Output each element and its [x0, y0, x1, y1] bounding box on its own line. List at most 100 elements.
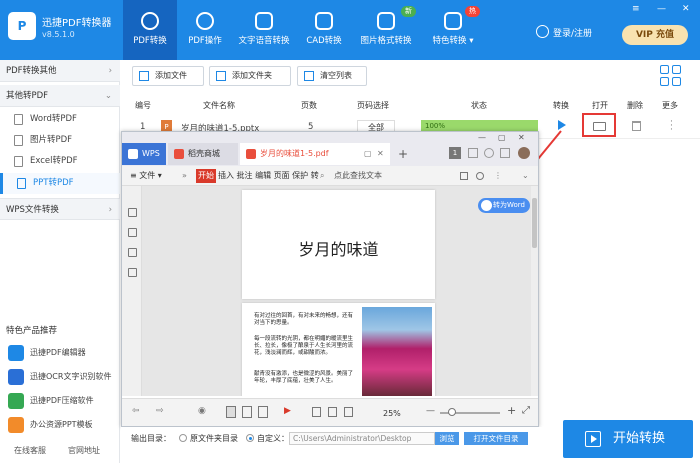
new-tab-button[interactable]: + [398, 143, 408, 165]
tab-close-icon[interactable]: ✕ [377, 143, 384, 165]
button-label: 添加文件夹 [232, 71, 272, 80]
sidebar-category-pdf-other[interactable]: PDF转换其他 › [0, 60, 120, 82]
tab-docer-mall[interactable]: 稻壳商城 [168, 143, 238, 165]
browse-button[interactable]: 浏览 [435, 432, 459, 445]
close-icon[interactable]: ✕ [682, 4, 690, 14]
export-icon[interactable] [128, 268, 137, 277]
official-site-link[interactable]: 官网地址 [68, 445, 100, 456]
source-folder-label[interactable]: 原文件夹目录 [190, 433, 238, 444]
sidebar-item-ppt-to-pdf[interactable]: PPT转PDF [0, 173, 120, 194]
nav-pdf-convert[interactable]: PDF转换 [123, 0, 177, 60]
compress-icon [8, 393, 24, 409]
pen-icon[interactable] [128, 248, 137, 257]
share-icon[interactable] [460, 172, 468, 180]
sidebar-category-other-to-pdf[interactable]: 其他转PDF ⌄ [0, 85, 120, 107]
online-service-link[interactable]: 在线客服 [14, 445, 46, 456]
feature-pdf-compress[interactable]: 迅捷PDF压缩软件 [8, 393, 94, 409]
source-folder-radio[interactable] [179, 434, 187, 442]
sidebar-item-label: Excel转PDF [30, 156, 78, 166]
thumbnail-icon[interactable] [128, 208, 137, 217]
pdf-page-1: 岁月的味道 [242, 190, 435, 299]
custom-folder-label[interactable]: 自定义： [257, 433, 289, 444]
avatar[interactable] [518, 147, 530, 159]
viewer-close-icon[interactable]: ✕ [518, 133, 525, 142]
play-slideshow-icon[interactable]: ▶ [284, 406, 291, 416]
single-page-icon[interactable] [226, 406, 236, 418]
start-menu-tab[interactable]: 开始 [196, 169, 216, 183]
fullscreen-icon[interactable]: ⤢ [522, 405, 530, 416]
convert-to-word-button[interactable]: 转为Word [478, 198, 530, 213]
gear-icon[interactable] [476, 172, 484, 180]
sidebar-item-excel-to-pdf[interactable]: Excel转PDF [0, 151, 120, 172]
skin-icon[interactable] [468, 148, 478, 158]
prev-page-icon[interactable]: ⇦ [132, 406, 140, 416]
zoom-slider-handle[interactable] [448, 408, 456, 416]
vip-recharge-button[interactable]: VIP 充值 [622, 25, 688, 45]
sidebar-category-wps[interactable]: WPS文件转换 › [0, 198, 120, 220]
settings-icon[interactable] [484, 148, 494, 158]
file-menu[interactable]: ≡ 文件 ▾ [130, 166, 162, 186]
add-file-button[interactable]: 添加文件 [132, 66, 204, 86]
double-page-icon[interactable] [242, 406, 252, 418]
menu-icon[interactable]: ≡ [632, 4, 640, 14]
start-convert-button[interactable]: 开始转换 [563, 420, 693, 458]
image-file-icon [14, 135, 23, 146]
zoom-level[interactable]: 25% [383, 409, 401, 418]
button-label: 清空列表 [320, 71, 352, 80]
ribbon-menu-items[interactable]: 插入 批注 编辑 页面 保护 转 [218, 166, 319, 186]
image-icon[interactable] [128, 228, 137, 237]
open-output-folder-button[interactable]: 打开文件目录 [464, 432, 528, 445]
chevron-down-icon[interactable]: ⌄ [522, 166, 529, 186]
feature-ppt-templates[interactable]: 办公资源PPT模板 [8, 417, 93, 433]
next-page-icon[interactable]: ⇨ [156, 406, 164, 416]
more-vertical-icon[interactable]: · · · [670, 118, 673, 135]
actual-size-icon[interactable] [344, 407, 353, 417]
special-icon [444, 12, 462, 30]
find-text-input[interactable]: 点此查找文本 [334, 166, 382, 186]
sidebar-item-word-to-pdf[interactable]: Word转PDF [0, 109, 120, 130]
zoom-out-icon[interactable]: — [426, 406, 435, 416]
user-icon [536, 25, 549, 38]
add-folder-button[interactable]: 添加文件夹 [209, 66, 291, 86]
nav-label: 图片格式转换 [360, 36, 412, 46]
fit-width-icon[interactable] [312, 407, 321, 417]
column-header-index: 编号 [135, 101, 151, 110]
feature-ocr[interactable]: 迅捷OCR文字识别软件 [8, 369, 111, 385]
more-horizontal-icon[interactable]: ⋮ [494, 166, 502, 186]
custom-folder-radio[interactable] [246, 434, 254, 442]
column-header-status: 状态 [471, 101, 487, 110]
nav-text-speech[interactable]: 文字语音转换 [235, 0, 293, 60]
output-path-input[interactable]: C:\Users\Administrator\Desktop [289, 432, 435, 445]
column-header-name: 文件名称 [203, 101, 235, 110]
tab-label: 稻壳商城 [188, 149, 220, 158]
login-button[interactable]: 登录/注册 [553, 26, 592, 39]
clear-list-button[interactable]: 清空列表 [297, 66, 367, 86]
button-label: 开始转换 [613, 431, 666, 446]
open-folder-icon[interactable] [593, 122, 606, 131]
nav-cad-convert[interactable]: CAD转换 [302, 0, 346, 60]
viewer-scrollbar[interactable] [531, 186, 538, 396]
minimize-icon[interactable]: — [657, 4, 666, 14]
nav-pdf-operations[interactable]: PDF操作 [180, 0, 230, 60]
sidebar-item-image-to-pdf[interactable]: 图片转PDF [0, 130, 120, 151]
clear-icon [304, 71, 314, 81]
feature-pdf-editor[interactable]: 迅捷PDF编辑器 [8, 345, 86, 361]
app-version: v8.5.1.0 [42, 30, 75, 39]
tab-label: WPS [142, 149, 160, 158]
docer-icon [174, 149, 184, 159]
nav-label: 特色转换 ▾ [432, 36, 474, 46]
viewer-minimize-icon[interactable]: — [478, 133, 486, 142]
continuous-page-icon[interactable] [258, 406, 268, 418]
eye-icon[interactable]: ◉ [198, 406, 206, 416]
tab-pin-icon[interactable]: ▢ [364, 143, 372, 165]
viewer-maximize-icon[interactable]: ▢ [498, 133, 506, 142]
zoom-in-icon[interactable]: + [507, 404, 516, 417]
trash-icon[interactable] [632, 121, 641, 131]
fit-page-icon[interactable] [328, 407, 337, 417]
viewer-status-bar: ⇦ ⇨ ◉ ▶ 25% — + ⤢ [122, 398, 538, 426]
grid-view-icon[interactable] [660, 65, 682, 87]
clothing-icon[interactable] [500, 148, 510, 158]
page-paragraph: 献青没有激添，也是微涩的风景。美丽了年轮，丰厚了底蕴，壮美了人生。 [254, 371, 354, 384]
app-logo-icon: P [8, 12, 36, 40]
tab-wps[interactable]: WPS [122, 143, 166, 165]
